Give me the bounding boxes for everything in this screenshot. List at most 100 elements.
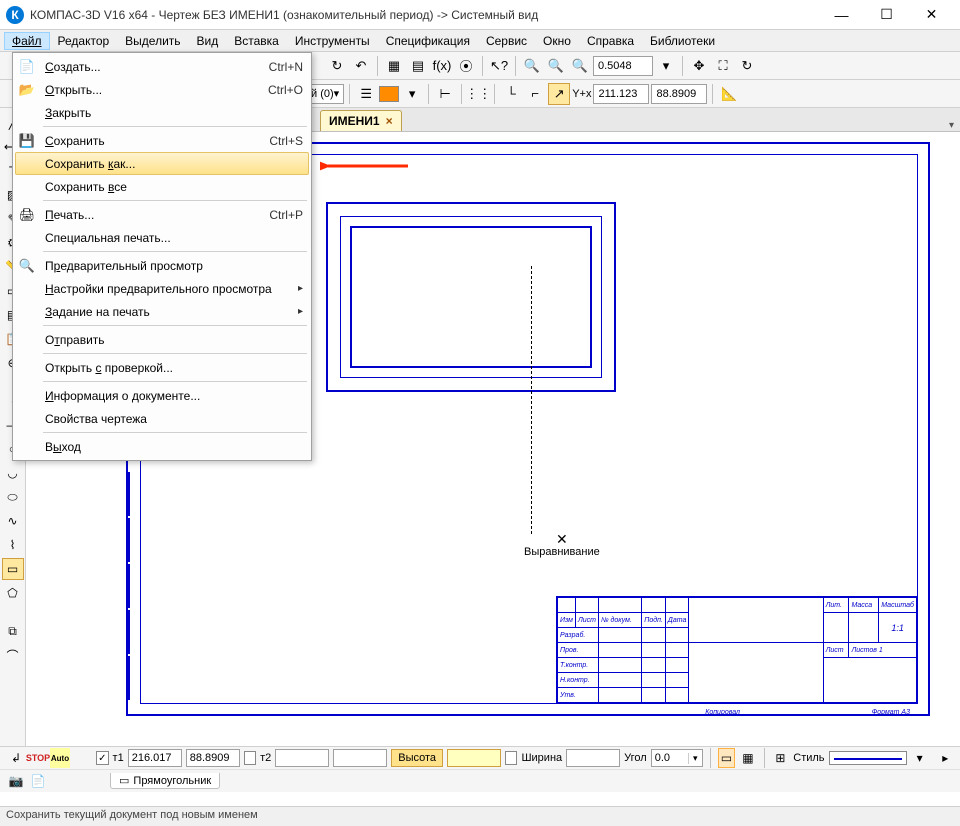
scroll-right-icon[interactable]: ▸ xyxy=(936,748,954,768)
dimension-icon[interactable]: ⊢ xyxy=(434,83,456,105)
document-tab-active[interactable]: ИМЕНИ1 × xyxy=(320,110,402,131)
menu-spec[interactable]: Спецификация xyxy=(378,32,478,50)
angle-input[interactable] xyxy=(652,752,688,764)
rect-tab-icon: ▭ xyxy=(119,774,129,787)
menu-item-сохранить[interactable]: 💾СохранитьCtrl+S xyxy=(15,129,309,152)
zoom-out-icon[interactable]: 🔍 xyxy=(569,55,591,77)
menu-item-печать-[interactable]: 🖨Печать...Ctrl+P xyxy=(15,203,309,226)
t1-checkbox[interactable]: ✓ xyxy=(96,751,108,765)
document-tab-close-icon[interactable]: × xyxy=(386,114,393,128)
tool-ellipse-icon[interactable]: ⬭ xyxy=(2,486,24,508)
menu-item-icon xyxy=(17,410,37,428)
prop-auto-icon[interactable]: Auto xyxy=(50,748,70,768)
menu-help[interactable]: Справка xyxy=(579,32,642,50)
undo-icon[interactable]: ↶ xyxy=(350,55,372,77)
table-icon[interactable]: ▦ xyxy=(383,55,405,77)
measure-icon[interactable]: 📐 xyxy=(718,83,740,105)
alignment-marker: ✕ Выравнивание xyxy=(524,532,600,558)
t2-x-input[interactable] xyxy=(275,749,329,767)
angle-combo[interactable]: ▾ xyxy=(651,749,703,767)
grid-icon[interactable]: ▤ xyxy=(407,55,429,77)
menu-item-специальная-печать-[interactable]: Специальная печать... xyxy=(15,226,309,249)
maximize-button[interactable]: ☐ xyxy=(864,1,909,29)
t2-checkbox[interactable] xyxy=(244,751,256,765)
menu-item-предварительный-просмотр[interactable]: 🔍Предварительный просмотр xyxy=(15,254,309,277)
zoom-value-input[interactable] xyxy=(593,56,653,76)
menu-item-информация-о-документе-[interactable]: Информация о документе... xyxy=(15,384,309,407)
zoom-in-icon[interactable]: 🔍 xyxy=(521,55,543,77)
menu-item-отправить[interactable]: Отправить xyxy=(15,328,309,351)
close-button[interactable]: ✕ xyxy=(909,1,954,29)
menu-item-icon xyxy=(17,178,37,196)
menu-window[interactable]: Окно xyxy=(535,32,579,50)
menu-tools[interactable]: Инструменты xyxy=(287,32,378,50)
menu-item-label: Свойства чертежа xyxy=(45,412,295,426)
vars-icon[interactable]: ⦿ xyxy=(455,55,477,77)
t2-y-input[interactable] xyxy=(333,749,387,767)
menu-item-задание-на-печать[interactable]: Задание на печать▸ xyxy=(15,300,309,323)
height-input[interactable] xyxy=(447,749,501,767)
pan-icon[interactable]: ✥ xyxy=(688,55,710,77)
menu-insert[interactable]: Вставка xyxy=(226,32,287,50)
menu-item-свойства-чертежа[interactable]: Свойства чертежа xyxy=(15,407,309,430)
cursor-help-icon[interactable]: ↖? xyxy=(488,55,510,77)
layers-icon[interactable]: ☰ xyxy=(355,83,377,105)
axes-off-icon[interactable]: ▭ xyxy=(718,748,736,768)
menu-item-настройки-предварительного-просмотра[interactable]: Настройки предварительного просмотра▸ xyxy=(15,277,309,300)
menu-item-создать-[interactable]: 📄Создать...Ctrl+N xyxy=(15,55,309,78)
zoom-window-icon[interactable]: 🔍 xyxy=(545,55,567,77)
redraw-icon[interactable]: ↻ xyxy=(736,55,758,77)
coord-x-input[interactable] xyxy=(593,84,649,104)
fx-icon[interactable]: f(x) xyxy=(431,55,453,77)
prop-doc-icon[interactable]: 📄 xyxy=(28,771,48,791)
tool-copy-icon[interactable]: ⧉ xyxy=(2,620,24,642)
prop-stop-icon[interactable]: STOP xyxy=(28,748,48,768)
menu-select[interactable]: Выделить xyxy=(117,32,188,50)
prop-camera-icon[interactable]: 📷 xyxy=(6,771,26,791)
line-style-combo[interactable] xyxy=(829,751,907,765)
zoom-fit-icon[interactable]: ⛶ xyxy=(712,55,734,77)
menu-item-открыть-[interactable]: 📂Открыть...Ctrl+O xyxy=(15,78,309,101)
menu-item-сохранить-все[interactable]: Сохранить все xyxy=(15,175,309,198)
menu-libs[interactable]: Библиотеки xyxy=(642,32,723,50)
corners-icon[interactable]: ⊞ xyxy=(772,748,790,768)
refresh-icon[interactable]: ↻ xyxy=(326,55,348,77)
zoom-dropdown-icon[interactable]: ▾ xyxy=(655,55,677,77)
menu-item-сохранить-как-[interactable]: Сохранить как... xyxy=(15,152,309,175)
ortho-icon[interactable]: └ xyxy=(500,83,522,105)
style-dropdown-icon[interactable]: ▾ xyxy=(911,748,929,768)
t1-y-input[interactable] xyxy=(186,749,240,767)
tabs-overflow-icon[interactable]: ▾ xyxy=(949,120,954,131)
local-cs-icon[interactable]: ↗ xyxy=(548,83,570,105)
menu-item-label: Закрыть xyxy=(45,106,295,120)
menu-view[interactable]: Вид xyxy=(189,32,227,50)
color-dropdown-icon[interactable]: ▾ xyxy=(401,83,423,105)
alignment-cross-icon: ✕ xyxy=(524,532,600,546)
tool-spline-icon[interactable]: ∿ xyxy=(2,510,24,532)
menu-file[interactable]: Файл xyxy=(4,32,50,50)
grid-toggle-icon[interactable]: ⋮⋮ xyxy=(467,83,489,105)
menu-item-открыть-с-проверкой-[interactable]: Открыть с проверкой... xyxy=(15,356,309,379)
prop-confirm-icon[interactable]: ↲ xyxy=(6,748,26,768)
menu-edit[interactable]: Редактор xyxy=(50,32,118,50)
menu-service[interactable]: Сервис xyxy=(478,32,535,50)
axes-on-icon[interactable]: ▦ xyxy=(739,748,757,768)
tool-arc-icon[interactable]: ◡ xyxy=(2,462,24,484)
minimize-button[interactable]: — xyxy=(819,1,864,29)
menu-item-выход[interactable]: Выход xyxy=(15,435,309,458)
tool-polyline-icon[interactable]: ⌇ xyxy=(2,534,24,556)
coord-y-input[interactable] xyxy=(651,84,707,104)
menu-item-закрыть[interactable]: Закрыть xyxy=(15,101,309,124)
menu-item-icon xyxy=(17,438,37,456)
angle-dropdown-icon[interactable]: ▾ xyxy=(688,753,702,764)
width-input[interactable] xyxy=(566,749,620,767)
tool-polygon-icon[interactable]: ⬠ xyxy=(2,582,24,604)
tool-rectangle-icon[interactable]: ▭ xyxy=(2,558,24,580)
menu-item-shortcut: Ctrl+P xyxy=(269,208,303,222)
snap-icon[interactable]: ⌐ xyxy=(524,83,546,105)
tool-fillet-icon[interactable]: ⌒ xyxy=(2,644,24,666)
prop-tab-rectangle[interactable]: ▭ Прямоугольник xyxy=(110,773,220,789)
color-swatch[interactable] xyxy=(379,86,399,102)
t1-x-input[interactable] xyxy=(128,749,182,767)
width-checkbox[interactable] xyxy=(505,751,517,765)
